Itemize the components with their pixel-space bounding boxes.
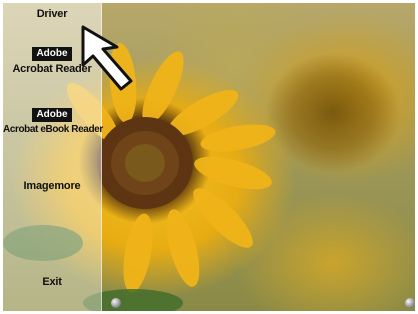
imagemore-label: Imagemore [23, 180, 81, 192]
arrow-cursor-icon [81, 25, 133, 91]
launcher-window: Driver Adobe Acrobat Reader Adobe Acroba… [3, 3, 415, 311]
screw-icon [111, 298, 121, 308]
exit-label: Exit [42, 276, 62, 288]
adobe-logo: Adobe [32, 108, 72, 122]
adobe-logo: Adobe [32, 47, 72, 61]
acrobat-ebook-reader-label: Acrobat eBook Reader [3, 124, 103, 135]
exit-menu-item[interactable]: Exit [3, 276, 101, 288]
driver-label: Driver [36, 8, 68, 20]
screw-icon [405, 298, 415, 308]
driver-menu-item[interactable]: Driver [3, 8, 101, 20]
imagemore-menu-item[interactable]: Imagemore [3, 180, 101, 192]
acrobat-ebook-reader-menu-item[interactable]: Adobe Acrobat eBook Reader [3, 104, 103, 135]
